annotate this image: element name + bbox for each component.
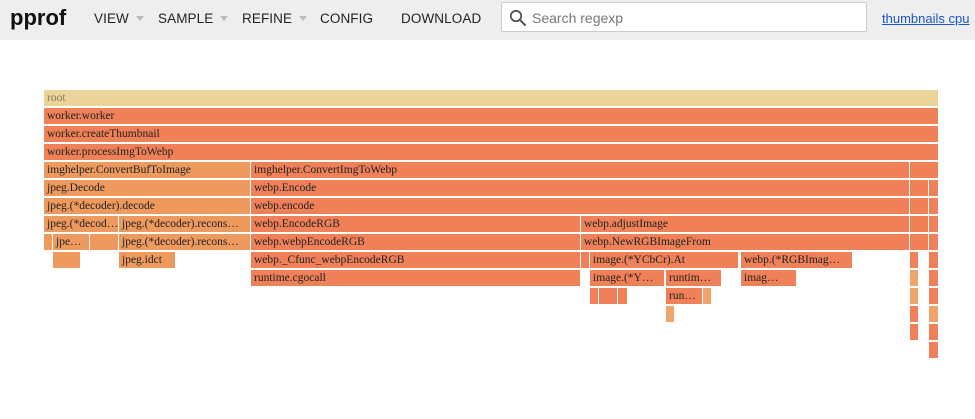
flame-frame[interactable] xyxy=(910,270,918,286)
menu-sample[interactable]: SAMPLE xyxy=(158,11,229,26)
chevron-down-icon xyxy=(299,15,308,21)
app-logo: pprof xyxy=(10,5,67,30)
flame-frame[interactable]: jpeg.(*decod… xyxy=(44,216,118,232)
flame-frame[interactable]: webp.Encode xyxy=(251,180,909,196)
search-box xyxy=(501,2,867,32)
flame-frame[interactable]: webp._Cfunc_webpEncodeRGB xyxy=(251,252,580,268)
menu-sample-label: SAMPLE xyxy=(158,11,214,26)
flame-frame[interactable]: jpeg.(*decoder).recons… xyxy=(119,234,250,250)
flame-frame[interactable]: imghelper.ConvertImgToWebp xyxy=(251,162,909,178)
flame-frame[interactable]: jpe… xyxy=(53,234,89,250)
flame-frame[interactable]: worker.worker xyxy=(44,108,938,124)
search-input[interactable] xyxy=(530,7,864,29)
flame-frame[interactable]: runtim… xyxy=(666,270,721,286)
menu-refine[interactable]: REFINE xyxy=(242,11,308,26)
menu-config[interactable]: CONFIG xyxy=(320,11,373,26)
chevron-down-icon xyxy=(220,15,229,21)
flame-frame[interactable]: root xyxy=(44,90,938,106)
flame-frame[interactable] xyxy=(929,306,938,322)
flame-frame[interactable] xyxy=(618,288,627,304)
flame-graph: root worker.worker worker.createThumbnail w… xyxy=(0,0,975,419)
flame-frame[interactable]: worker.createThumbnail xyxy=(44,126,938,142)
menu-config-label: CONFIG xyxy=(320,11,374,26)
flame-frame[interactable]: jpeg.idct xyxy=(119,252,175,268)
flame-frame[interactable]: runtime.cgocall xyxy=(251,270,580,286)
search-icon xyxy=(509,9,526,26)
flame-frame[interactable] xyxy=(590,288,598,304)
flame-frame[interactable] xyxy=(910,216,928,232)
flame-frame[interactable]: image.(*Y… xyxy=(590,270,664,286)
flame-frame[interactable] xyxy=(929,216,938,232)
menu-refine-label: REFINE xyxy=(242,11,293,26)
flame-frame[interactable] xyxy=(788,270,796,286)
menu-view-label: VIEW xyxy=(94,11,129,26)
flame-frame[interactable] xyxy=(703,288,711,304)
flame-frame[interactable]: imghelper.ConvertBufToImage xyxy=(44,162,250,178)
flame-frame[interactable] xyxy=(910,288,918,304)
flame-frame[interactable] xyxy=(929,198,938,214)
chevron-down-icon xyxy=(135,15,144,21)
flame-frame[interactable] xyxy=(53,252,80,268)
flame-frame[interactable] xyxy=(910,234,928,250)
flame-frame[interactable]: webp.(*RGBImag… xyxy=(741,252,852,268)
flame-frame[interactable] xyxy=(910,324,918,340)
flame-frame[interactable]: webp.webpEncodeRGB xyxy=(251,234,580,250)
flame-frame[interactable] xyxy=(910,162,938,178)
flame-frame[interactable]: webp.EncodeRGB xyxy=(251,216,580,232)
flame-frame[interactable]: webp.NewRGBImageFrom xyxy=(581,234,909,250)
flame-frame[interactable] xyxy=(929,324,938,340)
flame-frame[interactable] xyxy=(929,288,938,304)
flame-frame[interactable] xyxy=(910,198,928,214)
flame-frame[interactable] xyxy=(929,270,938,286)
flame-frame[interactable] xyxy=(929,342,938,358)
flame-frame[interactable] xyxy=(666,306,674,322)
flame-frame[interactable]: jpeg.(*decoder).decode xyxy=(44,198,250,214)
flame-frame[interactable] xyxy=(599,288,617,304)
flame-frame[interactable]: worker.processImgToWebp xyxy=(44,144,938,160)
top-bar: pprof VIEW SAMPLE REFINE CONFIG DOWNLOAD… xyxy=(0,0,975,40)
flame-frame[interactable] xyxy=(910,180,928,196)
flame-frame[interactable] xyxy=(44,234,52,250)
flame-frame[interactable] xyxy=(929,180,938,196)
flame-frame[interactable]: jpeg.(*decoder).recons… xyxy=(119,216,250,232)
flame-frame[interactable]: webp.encode xyxy=(251,198,909,214)
flame-frame[interactable]: jpeg.Decode xyxy=(44,180,250,196)
flame-frame[interactable] xyxy=(581,252,589,268)
flame-frame[interactable] xyxy=(929,252,938,268)
flame-frame[interactable] xyxy=(90,234,118,250)
flame-frame[interactable]: image.(*YCbCr).At xyxy=(590,252,738,268)
flame-frame[interactable] xyxy=(910,252,918,268)
menu-download[interactable]: DOWNLOAD xyxy=(401,11,481,26)
thumbnails-cpu-link[interactable]: thumbnails cpu xyxy=(882,11,969,26)
flame-frame[interactable]: webp.adjustImage xyxy=(581,216,909,232)
flame-frame[interactable]: run… xyxy=(666,288,702,304)
flame-frame[interactable] xyxy=(929,234,938,250)
menu-view[interactable]: VIEW xyxy=(94,11,144,26)
flame-frame[interactable] xyxy=(910,306,918,322)
menu-download-label: DOWNLOAD xyxy=(401,11,482,26)
